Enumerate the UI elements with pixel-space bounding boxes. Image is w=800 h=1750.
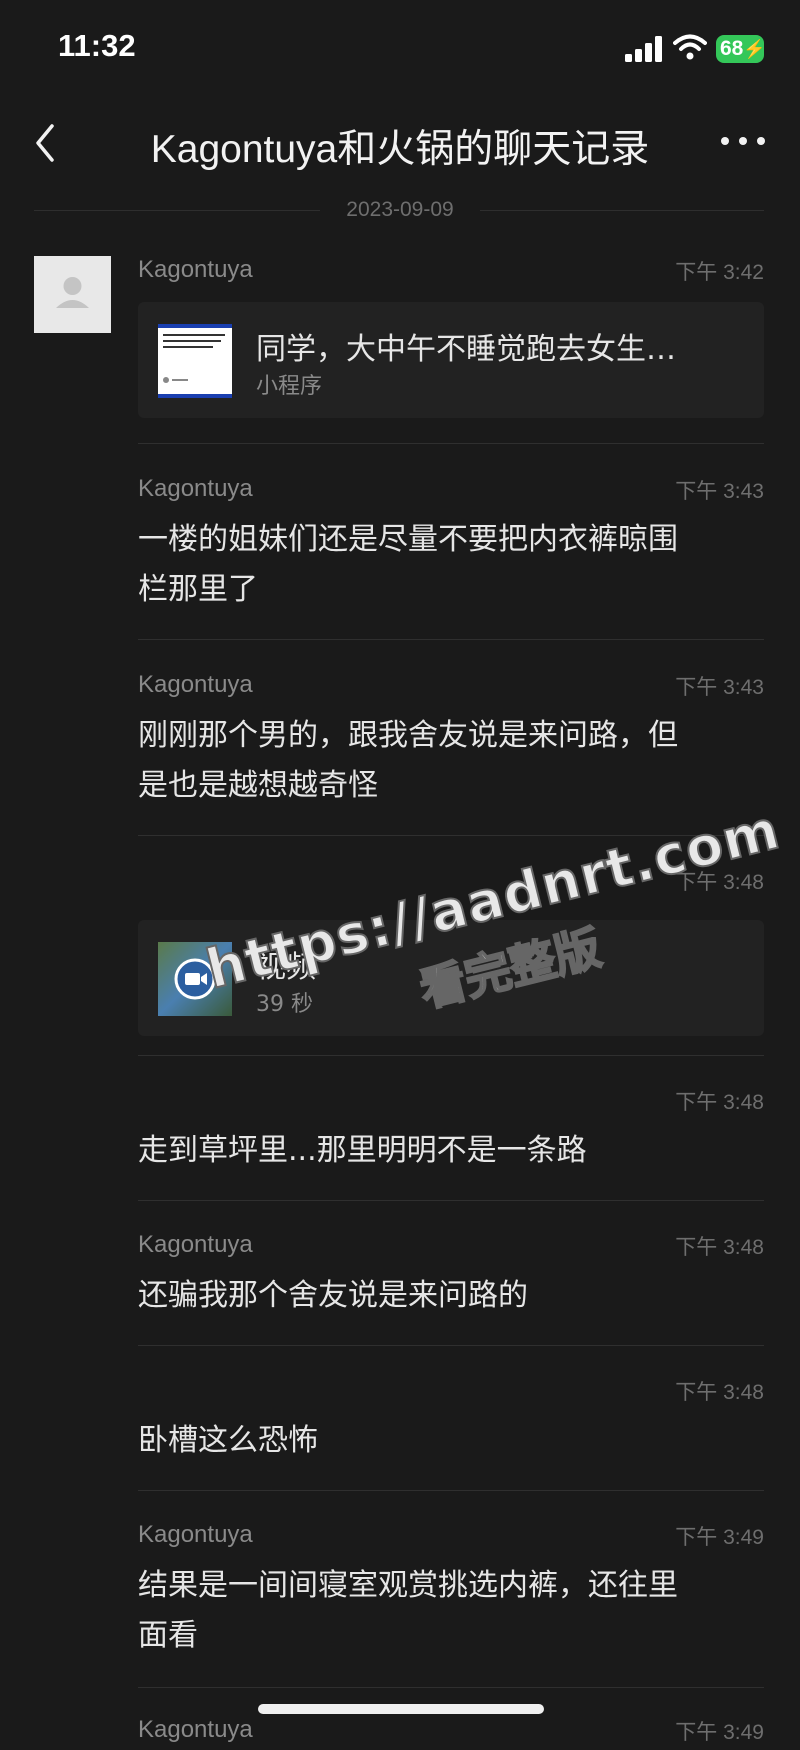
list-item[interactable]: Kagontuya 下午 3:43 一楼的姐妹们还是尽量不要把内衣裤晾围 栏那里… bbox=[138, 475, 764, 615]
message-divider bbox=[138, 1490, 764, 1491]
sender-name: Kagontuya bbox=[138, 256, 253, 283]
sender-name: Kagontuya bbox=[138, 475, 253, 502]
message-line: 结果是一间间寝室观赏挑选内裤，还往里 bbox=[138, 1568, 678, 1603]
wifi-icon bbox=[673, 34, 707, 60]
message-line: 卧槽这么恐怖 bbox=[138, 1423, 318, 1458]
message-time: 下午 3:43 bbox=[675, 676, 764, 699]
card-title: 同学，大中午不睡觉跑去女生… bbox=[256, 332, 676, 367]
sender-name: Kagontuya bbox=[138, 671, 253, 698]
message-time: 下午 3:49 bbox=[675, 1526, 764, 1549]
page-title: Kagontuya和火锅的聊天记录 bbox=[150, 128, 650, 171]
message-divider bbox=[138, 1055, 764, 1056]
list-item[interactable]: Kagontuya 下午 3:49 结果是一间间寝室观赏挑选内裤，还往里 面看 bbox=[138, 1521, 764, 1661]
list-item[interactable]: 下午 3:48 卧槽这么恐怖 bbox=[138, 1376, 764, 1466]
nav-bar: Kagontuya和火锅的聊天记录 bbox=[0, 100, 800, 186]
message-time: 下午 3:48 bbox=[675, 1381, 764, 1404]
message-text: 结果是一间间寝室观赏挑选内裤，还往里 面看 bbox=[138, 1561, 764, 1661]
message-divider bbox=[138, 1345, 764, 1346]
video-thumbnail bbox=[158, 942, 232, 1016]
list-item[interactable]: 下午 3:48 视频 39 秒 bbox=[138, 866, 764, 1036]
message-text: 一楼的姐妹们还是尽量不要把内衣裤晾围 栏那里了 bbox=[138, 515, 764, 615]
list-item[interactable]: Kagontuya 下午 3:49 bbox=[138, 1716, 764, 1750]
battery-level: 68 bbox=[720, 37, 744, 60]
list-item[interactable]: 下午 3:48 走到草坪里...那里明明不是一条路 bbox=[138, 1086, 764, 1176]
message-line: 还骗我那个舍友说是来问路的 bbox=[138, 1278, 528, 1313]
message-text: 走到草坪里...那里明明不是一条路 bbox=[138, 1126, 764, 1176]
list-item[interactable]: Kagontuya 下午 3:43 刚刚那个男的，跟我舍友说是来问路，但 是也是… bbox=[138, 671, 764, 811]
message-line: 是也是越想越奇怪 bbox=[138, 768, 378, 803]
status-time: 11:32 bbox=[58, 28, 136, 63]
message-divider bbox=[138, 835, 764, 836]
message-time: 下午 3:42 bbox=[675, 261, 764, 284]
more-options-icon[interactable] bbox=[718, 126, 768, 156]
battery-indicator: 68⚡ bbox=[716, 35, 766, 63]
message-line: 栏那里了 bbox=[138, 572, 258, 607]
list-item[interactable]: Kagontuya 下午 3:48 还骗我那个舍友说是来问路的 bbox=[138, 1231, 764, 1321]
cellular-signal-icon bbox=[625, 36, 662, 62]
sender-name: Kagontuya bbox=[138, 1231, 253, 1258]
message-time: 下午 3:43 bbox=[675, 480, 764, 503]
message-text: 卧槽这么恐怖 bbox=[138, 1416, 764, 1466]
message-divider bbox=[138, 1200, 764, 1201]
sender-name bbox=[138, 1086, 764, 1120]
charging-icon: ⚡ bbox=[743, 39, 766, 59]
back-chevron-icon[interactable] bbox=[28, 118, 68, 168]
avatar[interactable] bbox=[34, 256, 111, 333]
message-divider bbox=[138, 1687, 764, 1688]
message-divider bbox=[138, 443, 764, 444]
message-line: 走到草坪里...那里明明不是一条路 bbox=[138, 1133, 587, 1168]
card-title: 视频 bbox=[256, 950, 316, 985]
card-subtitle: 小程序 bbox=[256, 374, 323, 399]
mini-program-card[interactable]: 同学，大中午不睡觉跑去女生… 小程序 bbox=[138, 302, 764, 418]
video-card[interactable]: 视频 39 秒 bbox=[138, 920, 764, 1036]
message-time: 下午 3:48 bbox=[675, 871, 764, 894]
message-line: 一楼的姐妹们还是尽量不要把内衣裤晾围 bbox=[138, 522, 678, 557]
message-line: 刚刚那个男的，跟我舍友说是来问路，但 bbox=[138, 718, 678, 753]
message-text: 还骗我那个舍友说是来问路的 bbox=[138, 1271, 764, 1321]
default-avatar-icon bbox=[56, 277, 89, 308]
message-text: 刚刚那个男的，跟我舍友说是来问路，但 是也是越想越奇怪 bbox=[138, 711, 764, 811]
mini-program-thumbnail bbox=[158, 324, 232, 398]
message-line: 面看 bbox=[138, 1618, 198, 1653]
message-time: 下午 3:48 bbox=[675, 1236, 764, 1259]
sender-name: Kagontuya bbox=[138, 1716, 253, 1743]
video-duration: 39 秒 bbox=[256, 992, 313, 1017]
message-time: 下午 3:49 bbox=[675, 1721, 764, 1744]
date-label: 2023-09-09 bbox=[320, 198, 480, 222]
home-indicator[interactable] bbox=[258, 1704, 544, 1714]
status-bar: 11:32 68⚡ bbox=[0, 0, 800, 100]
sender-name bbox=[138, 866, 764, 900]
sender-name: Kagontuya bbox=[138, 1521, 253, 1548]
list-item[interactable]: Kagontuya 下午 3:42 同学，大中午不睡觉跑去女生… 小程序 bbox=[138, 256, 764, 418]
message-divider bbox=[138, 639, 764, 640]
sender-name bbox=[138, 1376, 764, 1410]
message-time: 下午 3:48 bbox=[675, 1091, 764, 1114]
